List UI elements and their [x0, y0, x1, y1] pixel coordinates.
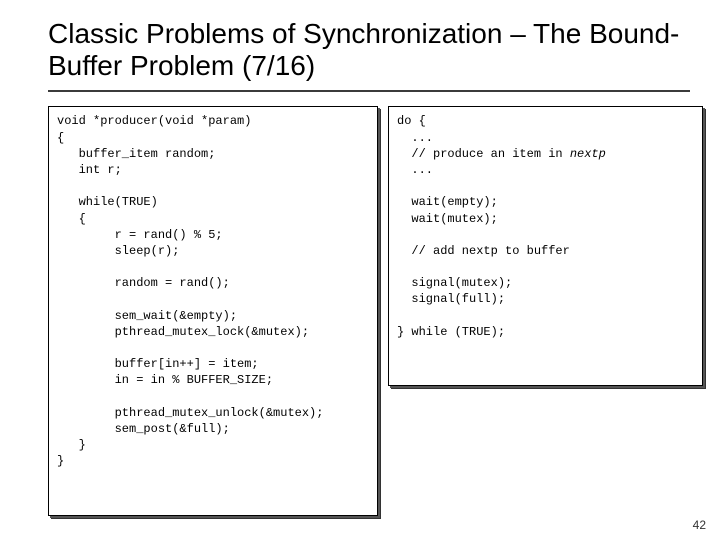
- code-line: wait(empty);: [397, 195, 498, 209]
- code-line: }: [57, 438, 86, 452]
- code-line: // produce an item in: [397, 147, 570, 161]
- code-line: sem_post(&full);: [57, 422, 230, 436]
- code-line: do {: [397, 114, 426, 128]
- code-line: sleep(r);: [57, 244, 179, 258]
- page-number: 42: [693, 518, 706, 532]
- code-box-left: void *producer(void *param) { buffer_ite…: [48, 106, 378, 516]
- code-line: void *producer(void *param): [57, 114, 251, 128]
- code-line: sem_wait(&empty);: [57, 309, 237, 323]
- code-line: while(TRUE): [57, 195, 158, 209]
- code-line: signal(full);: [397, 292, 505, 306]
- code-line: ...: [397, 163, 433, 177]
- code-line: }: [57, 454, 64, 468]
- code-line: int r;: [57, 163, 122, 177]
- code-line: random = rand();: [57, 276, 230, 290]
- code-line: wait(mutex);: [397, 212, 498, 226]
- title-underline: [48, 90, 690, 92]
- code-line: buffer[in++] = item;: [57, 357, 259, 371]
- code-line: pthread_mutex_lock(&mutex);: [57, 325, 309, 339]
- code-line: {: [57, 212, 86, 226]
- code-line: in = in % BUFFER_SIZE;: [57, 373, 273, 387]
- code-box-right: do { ... // produce an item in nextp ...…: [388, 106, 703, 386]
- code-line: signal(mutex);: [397, 276, 512, 290]
- code-line: pthread_mutex_unlock(&mutex);: [57, 406, 323, 420]
- code-line: {: [57, 131, 64, 145]
- code-line: // add nextp to buffer: [397, 244, 570, 258]
- code-line: ...: [397, 131, 433, 145]
- slide-title: Classic Problems of Synchronization – Th…: [48, 18, 690, 82]
- code-line: r = rand() % 5;: [57, 228, 223, 242]
- code-line: } while (TRUE);: [397, 325, 505, 339]
- code-line: buffer_item random;: [57, 147, 215, 161]
- slide: Classic Problems of Synchronization – Th…: [0, 0, 720, 540]
- content-area: void *producer(void *param) { buffer_ite…: [48, 106, 690, 526]
- code-italic: nextp: [570, 147, 606, 161]
